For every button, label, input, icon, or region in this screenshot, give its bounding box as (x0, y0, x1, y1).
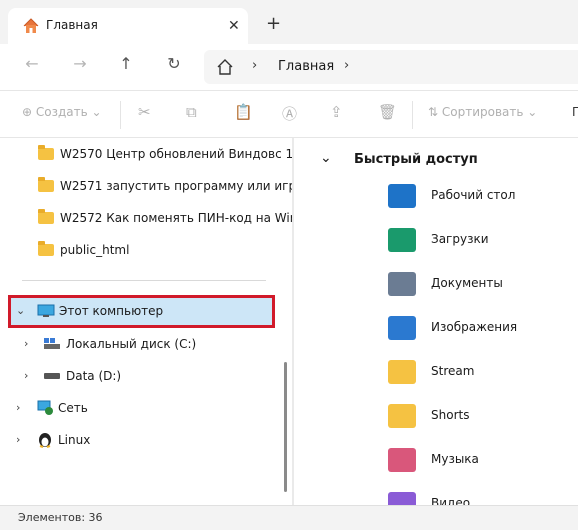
quick-access-label: Видео (431, 496, 471, 505)
nav-scrollbar[interactable] (284, 362, 287, 492)
quick-access-item[interactable]: Документы (388, 268, 578, 304)
drive-c-label: Локальный диск (C:) (66, 337, 197, 351)
quick-access-item[interactable]: Shorts (388, 400, 578, 436)
quick-access-item[interactable]: Рабочий стол (388, 180, 578, 216)
tab-title: Главная (46, 18, 98, 32)
nav-folder-item[interactable]: W2572 Как поменять ПИН-код на Windo (0, 204, 292, 232)
nav-folder-item[interactable]: public_html (0, 236, 276, 264)
create-button[interactable]: ⊕ Создать ⌄ (22, 105, 102, 119)
sidebar-item-network[interactable]: › Сеть (0, 394, 276, 422)
linux-label: Linux (58, 433, 91, 447)
navigation-pane: W2570 Центр обновлений Виндовс 11 W2571 … (0, 138, 292, 505)
folder-icon (388, 360, 416, 384)
video-folder-icon (388, 492, 416, 505)
create-label: Создать (35, 105, 88, 119)
quick-access-label: Shorts (431, 408, 470, 422)
cut-icon[interactable]: ✂ (138, 103, 151, 121)
linux-icon (39, 433, 51, 448)
chevron-down-icon[interactable]: ⌄ (16, 304, 25, 317)
chevron-right-icon[interactable]: › (16, 433, 20, 446)
nav-folder-label: W2570 Центр обновлений Виндовс 11 (60, 147, 292, 161)
quick-access-label: Изображения (431, 320, 518, 334)
quick-access-label: Загрузки (431, 232, 489, 246)
paste-icon[interactable]: 📋 (234, 103, 253, 121)
content-pane: ⌄ Быстрый доступ Рабочий стол Загрузки Д… (294, 138, 578, 505)
back-icon[interactable]: ← (18, 54, 46, 78)
address-bar[interactable]: › Главная › (204, 50, 578, 84)
rename-icon[interactable]: Ⓐ (282, 103, 297, 124)
navigation-bar: ← → ↑ ↻ › Главная › (0, 44, 578, 90)
folder-icon (38, 177, 54, 192)
desktop-folder-icon (388, 184, 416, 208)
item-count: Элементов: 36 (18, 511, 103, 524)
breadcrumb[interactable]: Главная (278, 59, 334, 74)
divider (412, 101, 413, 129)
nav-folder-label: W2572 Как поменять ПИН-код на Windo (60, 211, 292, 225)
quick-access-label: Рабочий стол (431, 188, 516, 202)
nav-folder-item[interactable]: W2571 запустить программу или игру с (0, 172, 292, 200)
tab-bar: Главная ✕ + (0, 0, 578, 44)
more-button[interactable]: П (572, 105, 578, 119)
documents-folder-icon (388, 272, 416, 296)
folder-icon (38, 145, 54, 160)
quick-access-item[interactable]: Stream (388, 356, 578, 392)
chevron-right-icon[interactable]: › (24, 337, 28, 350)
quick-access-header: Быстрый доступ (354, 152, 478, 167)
windows-drive-icon (44, 338, 60, 349)
home-icon (23, 18, 39, 33)
nav-folder-label: public_html (60, 243, 130, 257)
sidebar-item-drive-c[interactable]: › Локальный диск (C:) (0, 330, 276, 358)
home-icon (217, 59, 233, 75)
this-pc-label: Этот компьютер (59, 304, 164, 318)
folder-icon (38, 241, 54, 256)
sidebar-item-this-pc[interactable]: ⌄ Этот компьютер (8, 295, 275, 328)
share-icon[interactable]: ⇪ (330, 103, 343, 121)
downloads-folder-icon (388, 228, 416, 252)
sort-button[interactable]: ⇅ Сортировать ⌄ (428, 105, 537, 119)
network-icon (37, 400, 53, 415)
pictures-folder-icon (388, 316, 416, 340)
sort-label: Сортировать (441, 105, 524, 119)
close-tab-icon[interactable]: ✕ (228, 18, 240, 34)
drive-d-label: Data (D:) (66, 369, 122, 383)
quick-access-label: Документы (431, 276, 503, 290)
status-bar: Элементов: 36 (0, 505, 578, 530)
forward-icon[interactable]: → (66, 54, 94, 78)
new-tab-button[interactable]: + (266, 13, 281, 34)
chevron-down-icon[interactable]: ⌄ (320, 150, 332, 166)
chevron-right-icon: › (252, 58, 258, 73)
divider (22, 280, 266, 281)
chevron-right-icon[interactable]: › (16, 401, 20, 414)
sidebar-item-drive-d[interactable]: › Data (D:) (0, 362, 276, 390)
delete-icon[interactable]: 🗑 (378, 103, 397, 121)
up-icon[interactable]: ↑ (112, 54, 140, 78)
nav-folder-item[interactable]: W2570 Центр обновлений Виндовс 11 (0, 140, 292, 168)
copy-icon[interactable]: ⧉ (186, 103, 197, 121)
drive-icon (44, 373, 60, 379)
chevron-right-icon[interactable]: › (344, 58, 349, 73)
folder-icon (38, 209, 54, 224)
network-label: Сеть (58, 401, 88, 415)
command-toolbar: ⊕ Создать ⌄ ✂ ⧉ 📋 Ⓐ ⇪ 🗑 ⇅ Сортировать ⌄ … (0, 90, 578, 138)
music-folder-icon (388, 448, 416, 472)
tab-home[interactable]: Главная ✕ (8, 8, 248, 44)
divider (120, 101, 121, 129)
nav-folder-label: W2571 запустить программу или игру с (60, 179, 292, 193)
folder-icon (388, 404, 416, 428)
refresh-icon[interactable]: ↻ (160, 54, 188, 78)
quick-access-item[interactable]: Музыка (388, 444, 578, 480)
quick-access-label: Stream (431, 364, 475, 378)
quick-access-item[interactable]: Видео (388, 488, 578, 505)
chevron-right-icon[interactable]: › (24, 369, 28, 382)
quick-access-label: Музыка (431, 452, 479, 466)
sidebar-item-linux[interactable]: › Linux (0, 426, 276, 454)
quick-access-item[interactable]: Загрузки (388, 224, 578, 260)
quick-access-item[interactable]: Изображения (388, 312, 578, 348)
computer-icon (37, 304, 55, 317)
